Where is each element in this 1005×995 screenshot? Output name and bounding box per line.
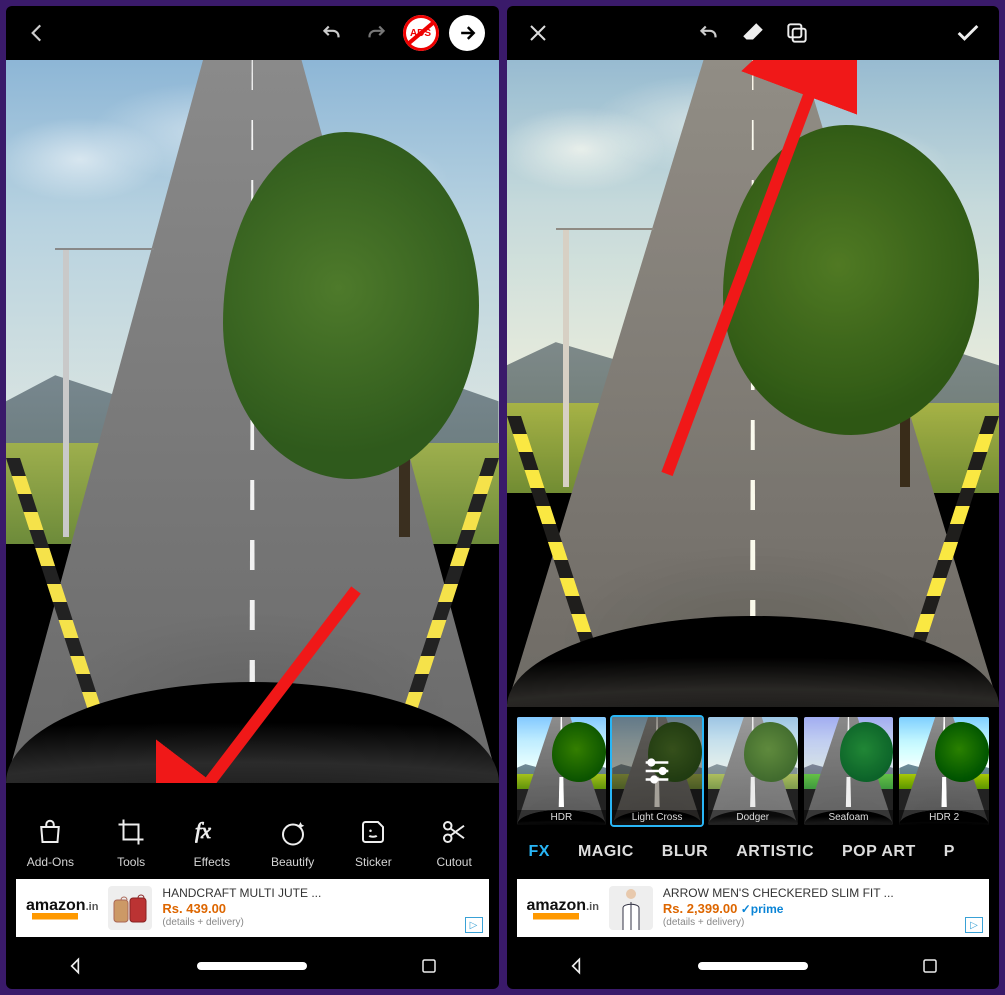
ad-title: HANDCRAFT MULTI JUTE ... bbox=[162, 886, 321, 901]
tool-effects[interactable]: fx Effects bbox=[176, 815, 248, 869]
undo-icon[interactable] bbox=[692, 16, 726, 50]
prime-badge: ✓prime bbox=[741, 902, 784, 916]
effect-categories: FX MAGIC BLUR ARTISTIC POP ART P bbox=[507, 829, 1000, 879]
thumb-label: Seafoam bbox=[804, 810, 894, 825]
ad-sub: (details + delivery) bbox=[162, 917, 321, 930]
thumb-label: Dodger bbox=[708, 810, 798, 825]
android-nav-bar bbox=[6, 943, 499, 989]
nav-back-icon[interactable] bbox=[559, 949, 593, 983]
ad-text: HANDCRAFT MULTI JUTE ... Rs. 439.00 (det… bbox=[162, 886, 321, 930]
ad-choices-icon[interactable]: ▷ bbox=[465, 917, 483, 933]
ad-brand: amazon.in bbox=[26, 897, 98, 920]
tool-addons[interactable]: Add-Ons bbox=[14, 815, 86, 869]
effects-topbar bbox=[507, 6, 1000, 60]
effect-thumb-light-cross[interactable]: Light Cross bbox=[612, 717, 702, 825]
svg-text:fx: fx bbox=[195, 818, 211, 843]
effect-thumb-seafoam[interactable]: Seafoam bbox=[804, 717, 894, 825]
photo-canvas[interactable] bbox=[6, 60, 499, 783]
tool-label: Cutout bbox=[436, 855, 471, 869]
ad-product-image bbox=[609, 886, 653, 930]
effect-thumb-dodger[interactable]: Dodger bbox=[708, 717, 798, 825]
thumb-label: Light Cross bbox=[612, 810, 702, 825]
redo-icon[interactable] bbox=[359, 16, 393, 50]
tool-label: Add-Ons bbox=[27, 855, 74, 869]
eraser-icon[interactable] bbox=[736, 16, 770, 50]
ad-price: Rs. 2,399.00 bbox=[663, 901, 737, 916]
category-p[interactable]: P bbox=[944, 843, 955, 861]
apply-check-icon[interactable] bbox=[951, 16, 985, 50]
ad-banner[interactable]: amazon.in ARROW MEN'S CHECKERED SLIM FIT… bbox=[517, 879, 990, 937]
editor-main-screen: ADS bbox=[6, 6, 499, 989]
tool-beautify[interactable]: Beautify bbox=[257, 815, 329, 869]
ad-brand: amazon.in bbox=[527, 897, 599, 920]
category-magic[interactable]: MAGIC bbox=[578, 843, 634, 861]
tool-label: Beautify bbox=[271, 855, 314, 869]
thumb-label: HDR 2 bbox=[899, 810, 989, 825]
nav-home-icon[interactable] bbox=[197, 962, 307, 970]
tool-cutout[interactable]: Cutout bbox=[418, 815, 490, 869]
thumb-label: HDR bbox=[517, 810, 607, 825]
tool-label: Sticker bbox=[355, 855, 392, 869]
undo-icon[interactable] bbox=[315, 16, 349, 50]
category-fx[interactable]: FX bbox=[529, 843, 550, 861]
nav-home-icon[interactable] bbox=[698, 962, 808, 970]
effect-thumb-hdr[interactable]: HDR bbox=[517, 717, 607, 825]
back-icon[interactable] bbox=[20, 16, 54, 50]
category-pop-art[interactable]: POP ART bbox=[842, 843, 916, 861]
nav-recent-icon[interactable] bbox=[913, 949, 947, 983]
shopping-bag-icon bbox=[33, 815, 67, 849]
editor-topbar: ADS bbox=[6, 6, 499, 60]
ad-choices-icon[interactable]: ▷ bbox=[965, 917, 983, 933]
sliders-icon bbox=[612, 717, 702, 825]
effect-thumbnails: HDR Light Cross Dodger Seafoam HDR 2 bbox=[507, 707, 1000, 829]
tool-tools[interactable]: Tools bbox=[95, 815, 167, 869]
face-sparkle-icon bbox=[276, 815, 310, 849]
android-nav-bar bbox=[507, 943, 1000, 989]
no-ads-icon[interactable]: ADS bbox=[403, 15, 439, 51]
ads-label: ADS bbox=[410, 28, 431, 39]
nav-back-icon[interactable] bbox=[58, 949, 92, 983]
effect-preview[interactable] bbox=[507, 60, 1000, 707]
nav-recent-icon[interactable] bbox=[412, 949, 446, 983]
ad-product-image bbox=[108, 886, 152, 930]
effects-screen: HDR Light Cross Dodger Seafoam HDR 2 FX MAGIC… bbox=[507, 6, 1000, 989]
ad-sub: (details + delivery) bbox=[663, 917, 894, 930]
tool-label: Tools bbox=[117, 855, 145, 869]
tool-sticker[interactable]: Sticker bbox=[337, 815, 409, 869]
next-button[interactable] bbox=[449, 15, 485, 51]
ad-title: ARROW MEN'S CHECKERED SLIM FIT ... bbox=[663, 886, 894, 901]
bottom-toolbar: Add-Ons Tools fx Effects Beautify bbox=[6, 783, 499, 879]
scissors-icon bbox=[437, 815, 471, 849]
category-artistic[interactable]: ARTISTIC bbox=[736, 843, 814, 861]
sticker-icon bbox=[356, 815, 390, 849]
ad-price: Rs. 439.00 bbox=[162, 901, 321, 917]
tool-label: Effects bbox=[194, 855, 230, 869]
layers-icon[interactable] bbox=[780, 16, 814, 50]
category-blur[interactable]: BLUR bbox=[662, 843, 708, 861]
crop-icon bbox=[114, 815, 148, 849]
close-icon[interactable] bbox=[521, 16, 555, 50]
ad-banner[interactable]: amazon.in HANDCRAFT MULTI JUTE ... Rs. 4… bbox=[16, 879, 489, 937]
ad-text: ARROW MEN'S CHECKERED SLIM FIT ... Rs. 2… bbox=[663, 886, 894, 930]
effect-thumb-hdr-2[interactable]: HDR 2 bbox=[899, 717, 989, 825]
fx-icon: fx bbox=[195, 815, 229, 849]
